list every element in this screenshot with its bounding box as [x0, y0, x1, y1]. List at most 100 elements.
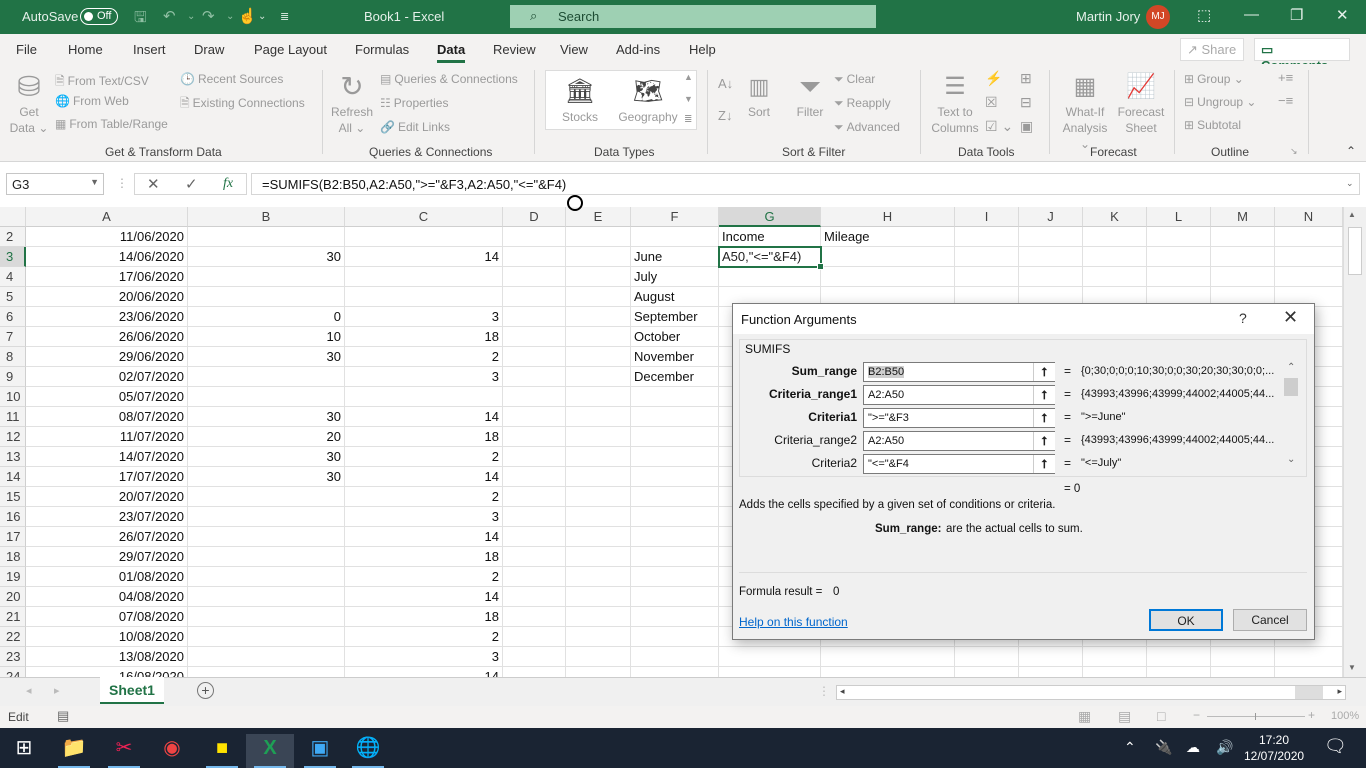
cell-e9[interactable] [566, 367, 631, 387]
cell-a2[interactable]: 11/06/2020 [26, 227, 188, 247]
touch-dropdown-icon[interactable]: ⌄ [258, 11, 266, 22]
row-header[interactable]: 10 [0, 387, 26, 407]
cell-b5[interactable] [188, 287, 345, 307]
cell-d14[interactable] [503, 467, 566, 487]
cell-c16[interactable]: 3 [345, 507, 503, 527]
cell-c19[interactable]: 2 [345, 567, 503, 587]
zoom-in-icon[interactable]: + [1308, 708, 1315, 722]
cell-f6[interactable]: September [631, 307, 719, 327]
column-header-b[interactable]: B [188, 207, 345, 227]
cell-b18[interactable] [188, 547, 345, 567]
column-header-c[interactable]: C [345, 207, 503, 227]
cell-b14[interactable]: 30 [188, 467, 345, 487]
cell-m23[interactable] [1211, 647, 1275, 667]
row-header[interactable]: 4 [0, 267, 26, 287]
cell-f20[interactable] [631, 587, 719, 607]
cell-a8[interactable]: 29/06/2020 [26, 347, 188, 367]
cell-d10[interactable] [503, 387, 566, 407]
cell-g24[interactable] [719, 667, 821, 677]
cell-b12[interactable]: 20 [188, 427, 345, 447]
tab-add-ins[interactable]: Add-ins [616, 42, 660, 57]
zoom-level[interactable]: 100% [1331, 710, 1359, 722]
save-icon[interactable]: 🖫 [134, 7, 147, 32]
scroll-left-icon[interactable]: ◂ [840, 686, 845, 697]
cell-n23[interactable] [1275, 647, 1343, 667]
from-web-button[interactable]: 🌐 From Web [55, 94, 129, 108]
cell-b17[interactable] [188, 527, 345, 547]
cell-f18[interactable] [631, 547, 719, 567]
from-text-csv-button[interactable]: 🗎 From Text/CSV [55, 72, 149, 93]
arguments-scrollbar[interactable]: ⌃ ⌄ [1283, 362, 1299, 470]
cell-f4[interactable]: July [631, 267, 719, 287]
properties-button[interactable]: ☷ Properties [380, 96, 448, 110]
cell-b22[interactable] [188, 627, 345, 647]
cell-e15[interactable] [566, 487, 631, 507]
row-header[interactable]: 6 [0, 307, 26, 327]
row-header[interactable]: 13 [0, 447, 26, 467]
data-validation-icon[interactable]: ☑ ⌄ [985, 118, 1013, 135]
minimize-icon[interactable]: — [1244, 6, 1259, 23]
row-header[interactable]: 24 [0, 667, 26, 677]
cell-d15[interactable] [503, 487, 566, 507]
touch-mode-icon[interactable]: ☝ [238, 7, 257, 25]
row-header[interactable]: 9 [0, 367, 26, 387]
insert-function-icon[interactable]: fx [223, 176, 233, 192]
tab-file[interactable]: File [16, 42, 37, 57]
cell-b16[interactable] [188, 507, 345, 527]
cell-m2[interactable] [1211, 227, 1275, 247]
column-header-l[interactable]: L [1147, 207, 1211, 227]
cell-h2[interactable]: Mileage [821, 227, 955, 247]
cell-i4[interactable] [955, 267, 1019, 287]
cell-c22[interactable]: 2 [345, 627, 503, 647]
cell-j23[interactable] [1019, 647, 1083, 667]
tab-view[interactable]: View [560, 42, 588, 57]
cell-c21[interactable]: 18 [345, 607, 503, 627]
name-box-dropdown-icon[interactable]: ▼ [90, 177, 99, 187]
cell-f7[interactable]: October [631, 327, 719, 347]
redo-icon[interactable]: ↷ [202, 7, 215, 25]
horizontal-scrollbar[interactable]: ◂ ▸ [836, 685, 1346, 700]
confirm-entry-icon[interactable]: ✓ [185, 175, 198, 193]
cell-e6[interactable] [566, 307, 631, 327]
cell-e8[interactable] [566, 347, 631, 367]
cell-i3[interactable] [955, 247, 1019, 267]
cell-n2[interactable] [1275, 227, 1343, 247]
cell-f16[interactable] [631, 507, 719, 527]
cell-m24[interactable] [1211, 667, 1275, 677]
cell-e20[interactable] [566, 587, 631, 607]
what-if-analysis-button[interactable]: ▦ What-If Analysis ⌄ [1056, 70, 1114, 152]
volume-icon[interactable]: 🔊 [1216, 739, 1233, 756]
system-clock[interactable]: 17:20 12/07/2020 [1244, 732, 1304, 764]
cell-f10[interactable] [631, 387, 719, 407]
cell-g4[interactable] [719, 267, 821, 287]
gallery-more-icon[interactable]: ≣ [684, 114, 692, 125]
cell-a6[interactable]: 23/06/2020 [26, 307, 188, 327]
cell-d19[interactable] [503, 567, 566, 587]
cell-e18[interactable] [566, 547, 631, 567]
row-header[interactable]: 18 [0, 547, 26, 567]
cell-d9[interactable] [503, 367, 566, 387]
cell-f11[interactable] [631, 407, 719, 427]
column-header-i[interactable]: I [955, 207, 1019, 227]
cell-a17[interactable]: 26/07/2020 [26, 527, 188, 547]
stocks-button[interactable]: 🏛 Stocks [552, 75, 608, 125]
cell-c17[interactable]: 14 [345, 527, 503, 547]
cell-l24[interactable] [1147, 667, 1211, 677]
scroll-up-icon[interactable]: ▲ [1348, 210, 1356, 219]
sheet-tab-sheet1[interactable]: Sheet1 [100, 677, 164, 704]
cell-d22[interactable] [503, 627, 566, 647]
row-header[interactable]: 15 [0, 487, 26, 507]
collapse-dialog-icon[interactable]: ⭡ [1033, 386, 1055, 404]
next-sheet-icon[interactable]: ▸ [54, 684, 60, 697]
search-box[interactable]: ⌕ Search [510, 5, 876, 28]
from-table-range-button[interactable]: ▦ From Table/Range [55, 117, 168, 131]
row-header[interactable]: 7 [0, 327, 26, 347]
cancel-button[interactable]: Cancel [1233, 609, 1307, 631]
cell-b19[interactable] [188, 567, 345, 587]
cell-e3[interactable] [566, 247, 631, 267]
cell-d5[interactable] [503, 287, 566, 307]
tab-draw[interactable]: Draw [194, 42, 224, 57]
cell-e10[interactable] [566, 387, 631, 407]
cell-g2[interactable]: Income [719, 227, 821, 247]
row-header[interactable]: 22 [0, 627, 26, 647]
